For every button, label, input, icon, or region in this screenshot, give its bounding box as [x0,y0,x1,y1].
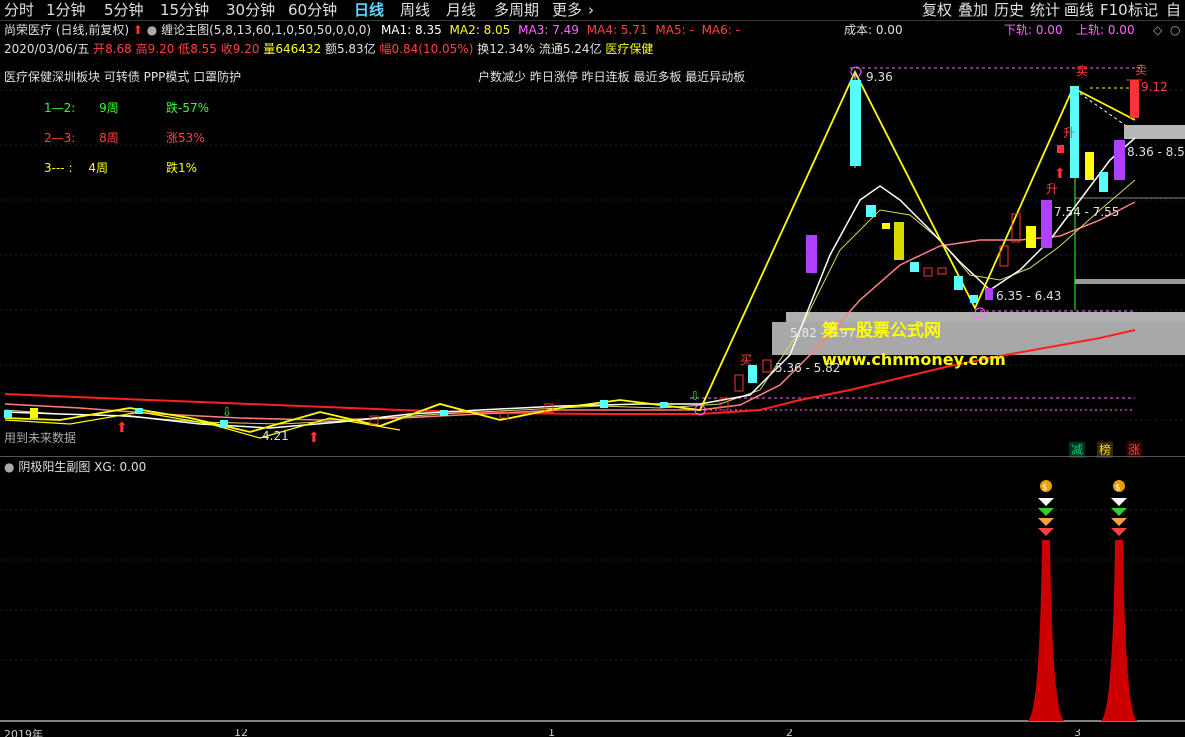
zigzag-line [4,69,1136,433]
future-data-warning: 用到未来数据 [4,431,77,445]
zone-band-top [1124,125,1185,139]
svg-text:$: $ [1042,483,1048,493]
buy-arrow-icon: ⬆ [116,420,128,436]
zone-b-label: 7.54 - 7.55 [1054,205,1120,219]
rise-marker: 升 [1063,126,1076,140]
spike-icons-2: $ [1111,480,1127,536]
signal-spike [1028,540,1064,721]
zone-band-mid [1075,279,1185,284]
pane-divider[interactable] [0,456,1185,457]
signal-spike [1101,540,1137,721]
sell-marker: 卖 [1076,64,1089,78]
x-axis-label: 3 [1074,729,1081,737]
last-high-label: 9.12 [1141,80,1168,94]
peak-price-label: 9.36 [866,70,893,84]
spike-icons-1: $ [1038,480,1054,536]
buy-marker: 买 [740,353,753,367]
sell-marker: 卖 [1135,63,1148,77]
sub-chart[interactable]: $ $ [0,470,1185,737]
x-axis: 2019年 12 1 2 3 [0,729,1185,737]
sell-arrow-icon: ⇩ [222,405,232,419]
x-axis-label: 12 [234,729,248,737]
svg-text:$: $ [1115,483,1121,493]
projection-line [1074,89,1126,126]
zone-c-label: 6.35 - 6.43 [996,289,1062,303]
x-axis-label: 1 [548,729,555,737]
ma2-line [4,179,1136,425]
ma1-line [4,137,1136,429]
rise-marker: 升 [1046,182,1059,196]
watermark-title: 第一股票公式网 [822,321,941,341]
buy-arrow-icon: ⬆ [308,430,320,446]
buy-arrow-icon: ⬆ [1054,166,1066,182]
ma3-line [4,201,1136,421]
low-price-label: 4.21 [262,429,289,443]
x-axis-label: 2019年 [4,729,43,737]
x-axis-label: 2 [786,729,793,737]
sell-arrow-icon: ⇩ [690,389,700,403]
watermark-url: www.chnmoney.com [822,350,1006,369]
zone-a-label: 8.36 - 8.5 [1127,145,1185,159]
